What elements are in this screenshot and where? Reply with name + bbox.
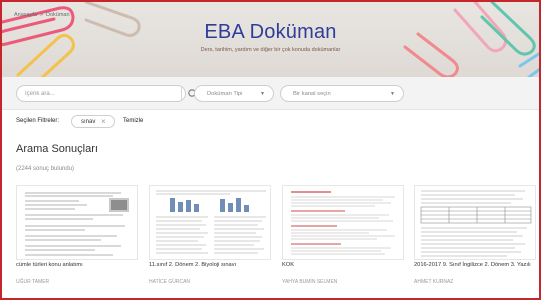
document-card[interactable]: KOK YAHYA BUMİN SELMEN [282,185,404,285]
document-thumbnail[interactable] [414,185,536,260]
document-author: YAHYA BUMİN SELMEN [282,279,338,285]
results-title: Arama Sonuçları [16,143,98,155]
chevron-down-icon: ▼ [260,91,265,97]
document-title[interactable]: KOK [282,262,406,269]
document-author: UĞUR TAMER [16,279,50,285]
document-thumbnail[interactable] [282,185,404,260]
hero-banner: Anasayfa» Doküman EBA Doküman Ders, tarih… [0,0,541,77]
document-title[interactable]: 2016-2017 9. Sınıf İngilizce 2. Dönem 3.… [414,262,538,269]
filters-label: Seçilen Filtreler: [16,118,60,124]
channel-select-value: Bir kanal seçin [293,91,331,97]
document-card[interactable]: 11.sınıf 2. Dönem 2. Biyoloji sınavı HAT… [149,185,271,285]
page-title: EBA Doküman [204,21,337,43]
page-subtitle: Ders, tarihim, yardım ve diğer bir çok k… [200,47,341,53]
document-title[interactable]: 11.sınıf 2. Dönem 2. Biyoloji sınavı [149,262,273,269]
document-card[interactable]: 2016-2017 9. Sınıf İngilizce 2. Dönem 3.… [414,185,536,285]
document-title[interactable]: cümle türleri konu anlatımı [16,262,140,269]
search-input[interactable] [25,89,165,99]
clear-filters-button[interactable]: Temizle [123,118,143,124]
breadcrumb: Anasayfa» Doküman [14,12,70,18]
filter-chip: sınav × [71,115,115,128]
document-thumbnail[interactable] [16,185,138,260]
results-count: (2244 sonuç bulundu) [16,166,75,172]
breadcrumb-current: Doküman [46,12,70,18]
close-icon[interactable]: × [101,117,106,127]
search-field [16,85,198,102]
document-author: AHMET KURNAZ [414,279,454,285]
chevron-down-icon: ▼ [390,91,395,97]
document-thumbnail[interactable] [149,185,271,260]
document-author: HATİCE GÜRCAN [149,279,191,285]
document-card[interactable]: cümle türleri konu anlatımı UĞUR TAMER [16,185,138,285]
breadcrumb-home-link[interactable]: Anasayfa [14,12,37,18]
breadcrumb-separator: » [39,12,43,18]
doc-type-select[interactable]: Doküman Tipi ▼ [194,85,274,102]
channel-select[interactable]: Bir kanal seçin ▼ [280,85,404,102]
doc-type-select-value: Doküman Tipi [207,91,243,97]
search-bar: Doküman Tipi ▼ Bir kanal seçin ▼ [0,77,541,110]
filter-chip-label: sınav [81,119,96,125]
